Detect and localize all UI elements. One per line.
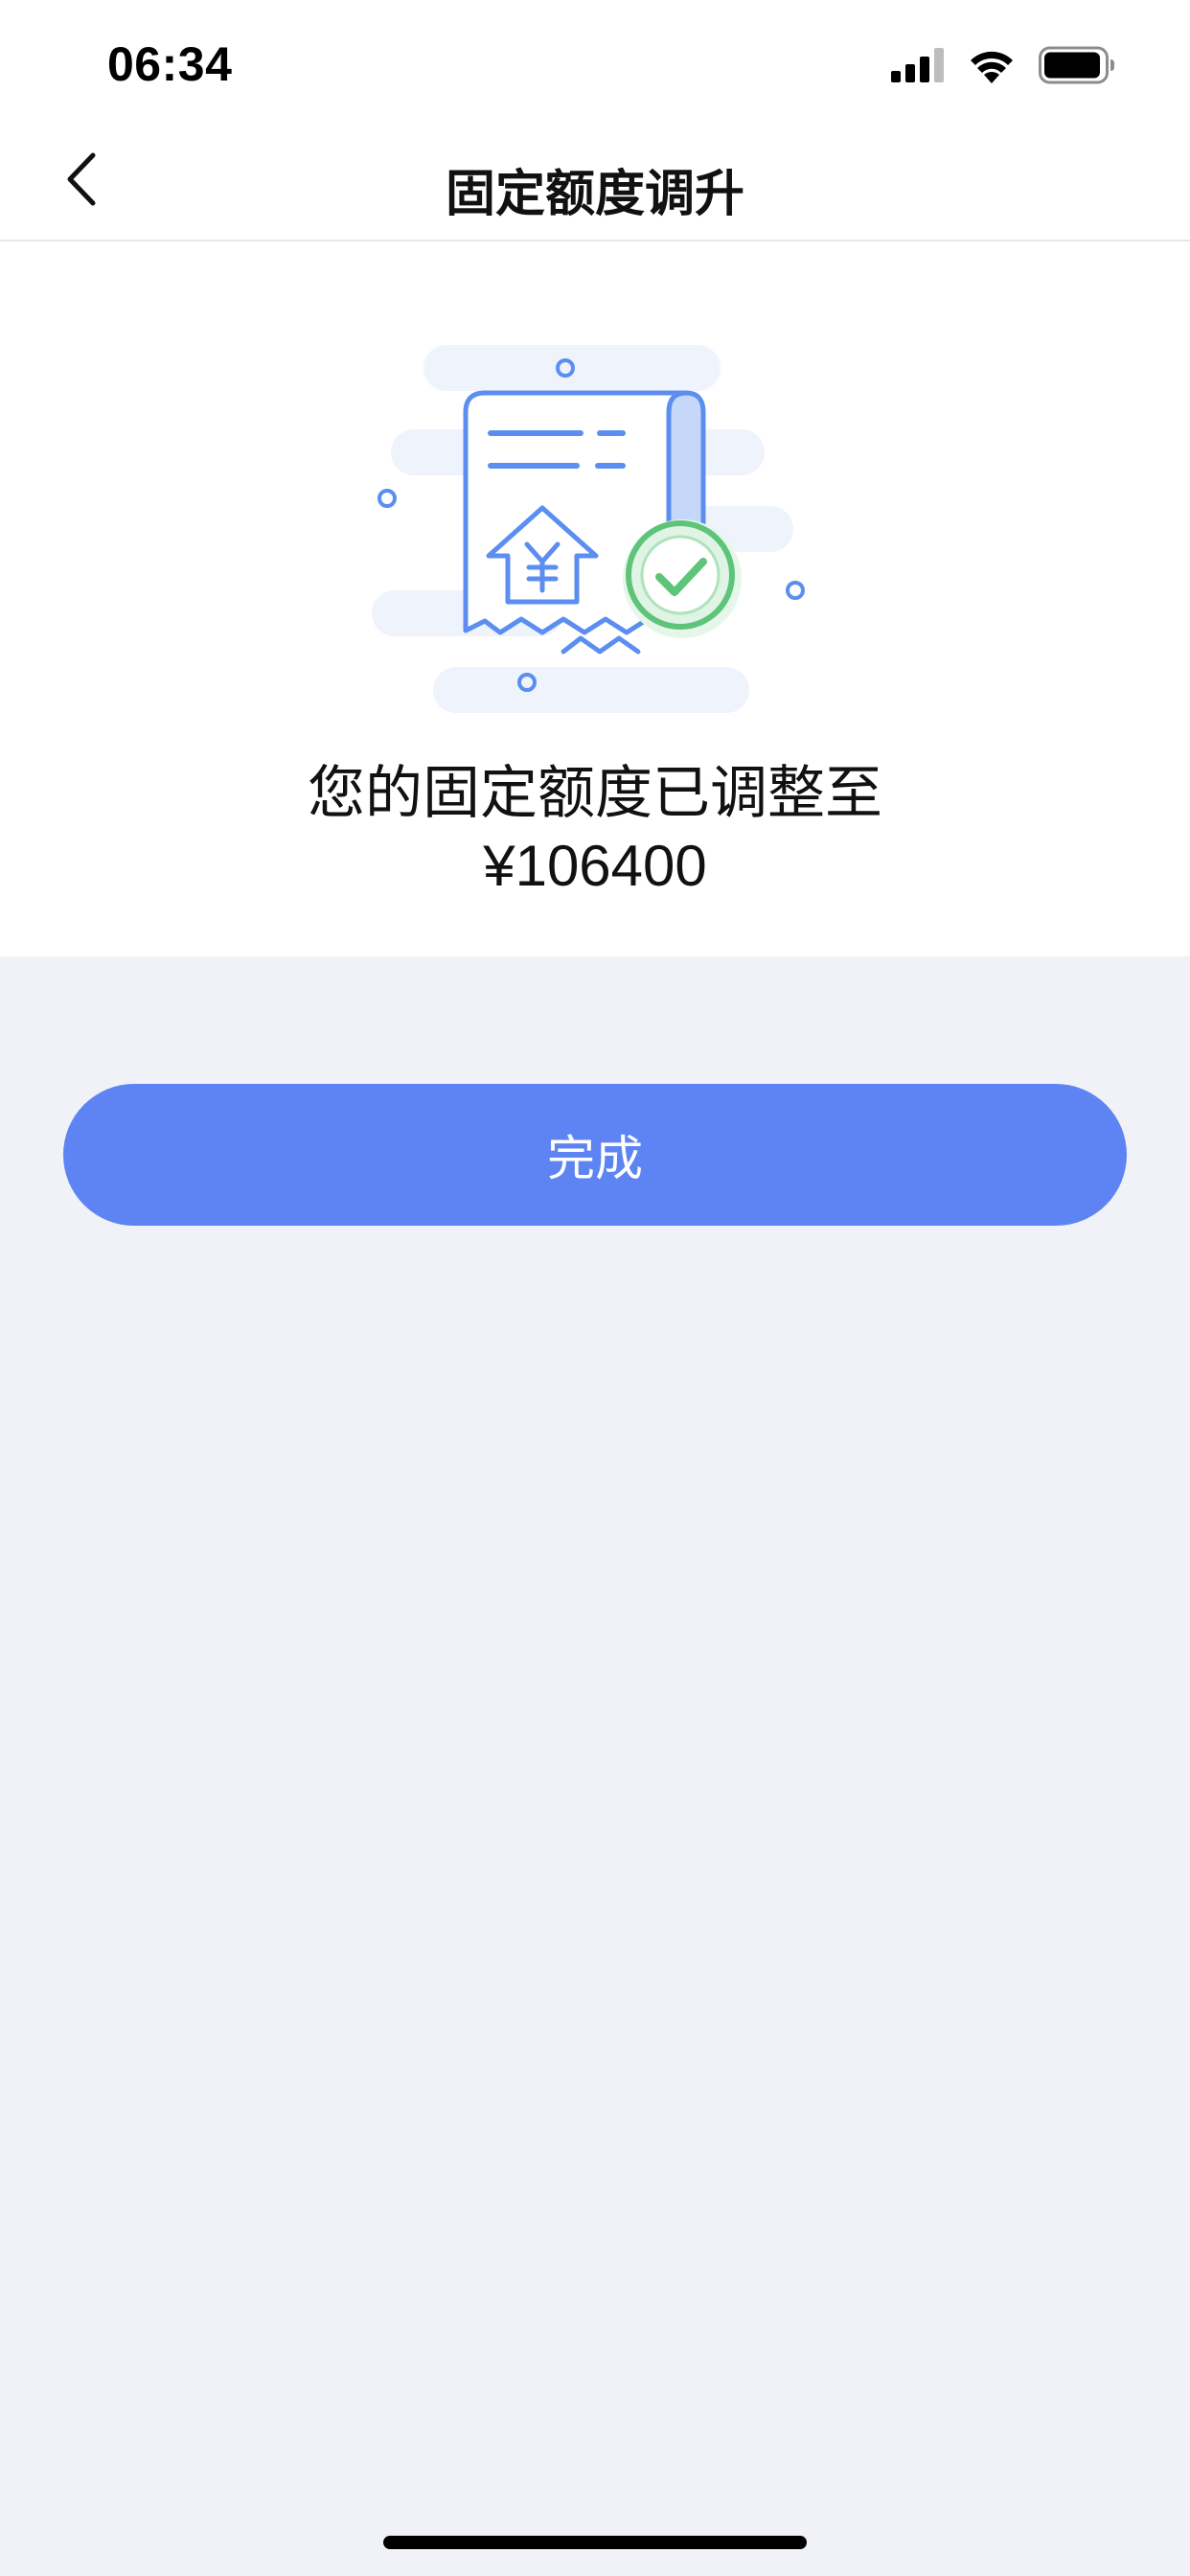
nav-bar: 固定额度调升 [0,126,1190,242]
receipt-success-icon [364,345,824,728]
result-card: 您的固定额度已调整至 ¥106400 [0,242,1190,956]
result-message-block: 您的固定额度已调整至 ¥106400 [0,757,1190,903]
home-indicator [383,2536,807,2549]
status-time: 06:34 [107,37,233,91]
result-message: 您的固定额度已调整至 [308,761,882,825]
status-icons [891,46,1115,88]
wifi-icon [968,47,1016,88]
status-bar: 06:34 [0,0,1190,126]
cellular-signal-icon [891,47,945,87]
battery-icon [1039,46,1115,89]
done-button[interactable]: 完成 [63,1084,1127,1226]
page-title: 固定额度调升 [445,167,744,222]
credit-amount: ¥106400 [483,834,707,898]
